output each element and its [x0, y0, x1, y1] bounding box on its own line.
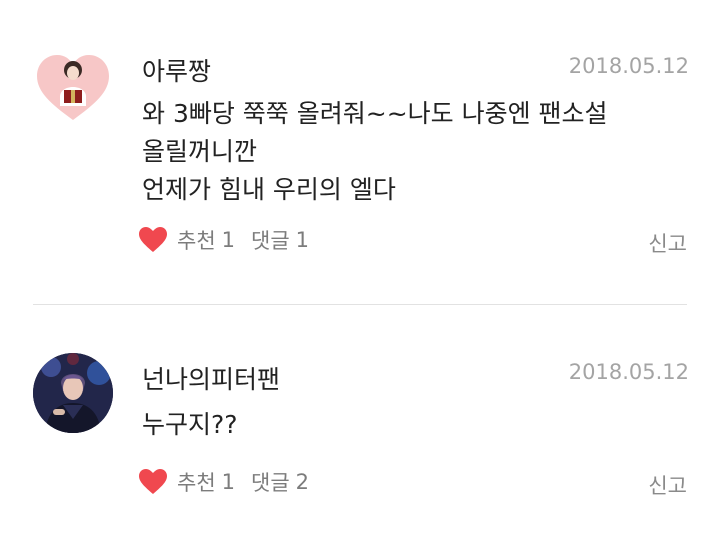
- reply-button[interactable]: 댓글 1: [251, 225, 309, 255]
- comment-item: 넌나의피터팬 2018.05.12 누구지?? 추천 1 댓글 2 신고: [0, 306, 720, 540]
- username[interactable]: 넌나의피터팬: [142, 360, 280, 396]
- comment-line: 언제가 힘내 우리의 엘다: [142, 175, 396, 204]
- like-button[interactable]: 추천 1: [138, 225, 235, 255]
- comment-date: 2018.05.12: [568, 360, 689, 384]
- comment-line: 와 3빠당 쭉쭉 올려줘~~나도 나중엔 팬소설: [142, 99, 608, 128]
- reply-count: 1: [295, 228, 310, 252]
- like-label: 추천: [177, 471, 216, 495]
- comment-item: 아루짱 2018.05.12 와 3빠당 쭉쭉 올려줘~~나도 나중엔 팬소설 …: [0, 0, 720, 300]
- comment-actions: 추천 1 댓글 2: [138, 466, 309, 498]
- like-label: 추천: [177, 229, 216, 253]
- heart-icon[interactable]: [138, 226, 168, 254]
- divider: [33, 304, 687, 305]
- like-count: 1: [221, 470, 236, 494]
- like-button[interactable]: 추천 1: [138, 467, 235, 497]
- reply-count: 2: [295, 470, 310, 494]
- reply-label: 댓글: [251, 229, 290, 253]
- comment-line: 누구지??: [142, 410, 238, 439]
- avatar[interactable]: [33, 46, 113, 126]
- avatar[interactable]: [33, 353, 113, 433]
- like-count: 1: [221, 228, 236, 252]
- comment-date: 2018.05.12: [568, 54, 689, 78]
- report-button[interactable]: 신고: [648, 228, 687, 258]
- reply-label: 댓글: [251, 471, 290, 495]
- comment-body: 누구지??: [142, 406, 682, 444]
- comment-line: 올릴꺼니깐: [142, 137, 258, 166]
- comment-actions: 추천 1 댓글 1: [138, 224, 309, 256]
- comment-body: 와 3빠당 쭉쭉 올려줘~~나도 나중엔 팬소설 올릴꺼니깐 언제가 힘내 우리…: [142, 95, 682, 209]
- reply-button[interactable]: 댓글 2: [251, 467, 309, 497]
- username[interactable]: 아루짱: [142, 52, 211, 88]
- heart-icon[interactable]: [138, 468, 168, 496]
- report-button[interactable]: 신고: [648, 470, 687, 500]
